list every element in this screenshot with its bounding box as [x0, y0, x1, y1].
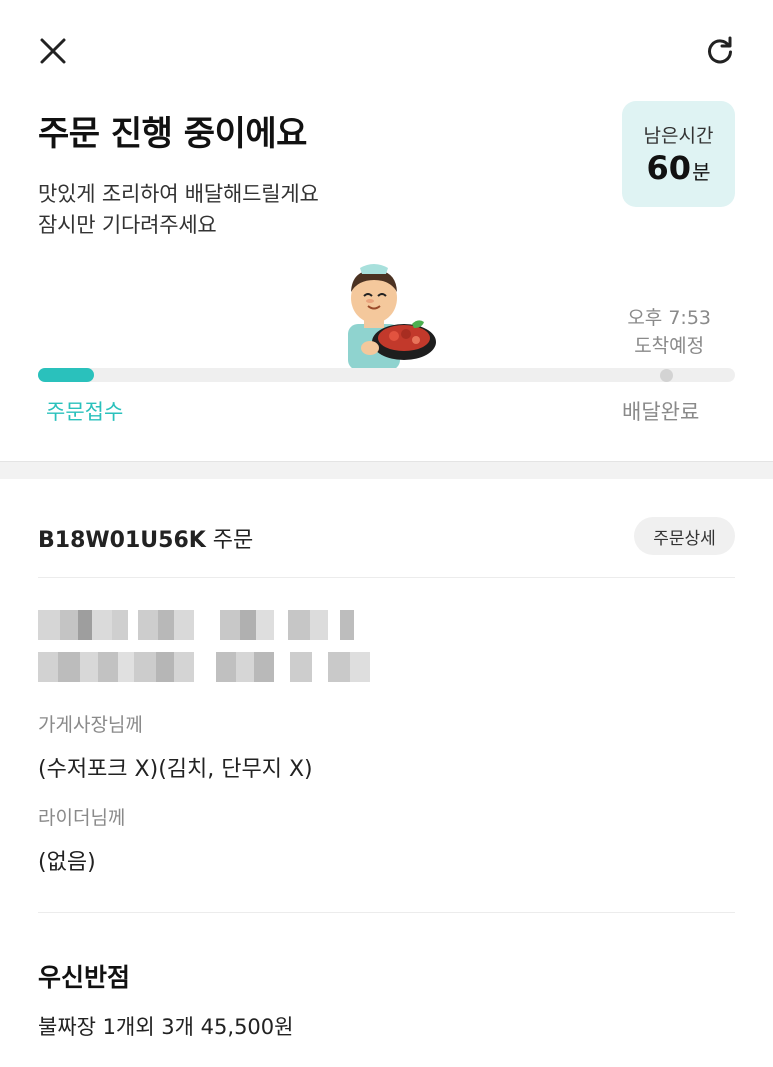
remaining-time-value: 60분 [622, 149, 735, 187]
rider-request-label: 라이더님께 [38, 807, 126, 829]
refresh-icon [708, 36, 732, 64]
remaining-time-label: 남은시간 [643, 125, 714, 147]
order-number: B18W01U56K 주문 [38, 522, 253, 554]
remaining-time-number: 60 [646, 149, 692, 187]
order-detail-button[interactable]: 주문상세 [634, 517, 735, 555]
close-icon [40, 38, 66, 64]
refresh-button[interactable] [700, 31, 740, 71]
eta-time: 오후 7:53 [627, 307, 711, 329]
progress-track [38, 368, 735, 382]
rider-request-text: (없음) [38, 850, 96, 875]
remaining-time-card: 남은시간 60분 [622, 101, 735, 207]
owner-request-label: 가게사장님께 [38, 714, 143, 736]
close-button[interactable] [33, 31, 73, 71]
menu-summary: 불짜장 1개외 3개 45,500원 [38, 1015, 294, 1039]
blurred-address-line-2 [38, 652, 370, 682]
order-id: B18W01U56K [38, 528, 206, 553]
subtitle-line-2: 잠시만 기다려주세요 [38, 213, 217, 237]
progress-fill [38, 368, 94, 382]
store-name: 우신반점 [38, 963, 131, 992]
step-order-received: 주문접수 [46, 400, 124, 424]
chef-illustration [348, 264, 436, 370]
divider [38, 912, 735, 913]
owner-request-text: (수저포크 X)(김치, 단무지 X) [38, 757, 313, 782]
blurred-address-line-1 [38, 610, 354, 640]
eta-label: 도착예정 [634, 335, 705, 357]
divider [38, 577, 735, 578]
eta-block: 오후 7:53 도착예정 [627, 304, 711, 360]
remaining-time-unit: 분 [692, 160, 711, 184]
step-delivery-complete: 배달완료 [622, 400, 700, 424]
progress-end-dot [660, 369, 673, 382]
page-title: 주문 진행 중이에요 [38, 114, 307, 154]
section-divider [0, 461, 773, 479]
order-suffix: 주문 [212, 528, 254, 553]
subtitle-line-1: 맛있게 조리하여 배달해드릴게요 [38, 182, 319, 206]
